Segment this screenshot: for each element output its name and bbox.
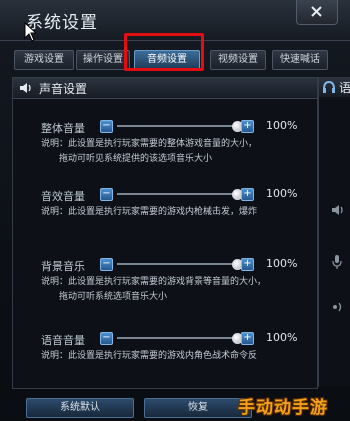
setting-row-master-volume: 整体音量 − + 100% 说明：此设置是执行玩家需要的整体游戏音量的大小， 拖… xyxy=(13,119,317,190)
setting-row-bgm-volume: 背景音乐 − + 100% 说明：此设置是执行玩家需要的游戏背景等音量的大小， … xyxy=(13,257,317,328)
increase-button[interactable]: + xyxy=(241,332,254,345)
sound-settings-panel: 声音设置 整体音量 − + 100% 说明：此设置是执行玩家需要的整体游戏音量的… xyxy=(12,77,318,389)
tab-highlight-box xyxy=(124,33,204,71)
volume-slider[interactable] xyxy=(117,121,243,132)
volume-value: 100% xyxy=(266,331,298,344)
setting-row-voice-volume: 语音音量 − + 100% 说明：此设置是执行玩家需要的游戏内角色战术命令反 xyxy=(13,331,317,402)
tab-video-settings[interactable]: 视频设置 xyxy=(210,50,266,70)
voice-settings-panel: 语 xyxy=(318,77,350,387)
headset-icon xyxy=(323,80,335,93)
speaker-icon xyxy=(332,205,343,215)
setting-description: 说明：此设置是执行玩家需要的整体游戏音量的大小， xyxy=(41,139,258,149)
setting-description: 说明：此设置是执行玩家需要的游戏背景等音量的大小， xyxy=(41,277,267,287)
tab-control-settings[interactable]: 操作设置 xyxy=(76,50,130,70)
restore-button[interactable]: 恢复 xyxy=(144,398,252,418)
setting-description-cont: 拖动可听系统选项音乐大小 xyxy=(59,292,168,302)
panel-header: 声音设置 xyxy=(13,78,317,99)
signal-icon xyxy=(333,302,342,312)
mouse-cursor-icon xyxy=(24,22,36,42)
panel-title: 声音设置 xyxy=(39,82,88,96)
right-panel-header: 语 xyxy=(319,77,350,97)
window-title: 系统设置 xyxy=(26,13,98,33)
close-icon xyxy=(311,6,322,17)
volume-slider[interactable] xyxy=(117,333,243,344)
decrease-button[interactable]: − xyxy=(100,332,113,345)
microphone-icon xyxy=(332,255,342,269)
increase-button[interactable]: + xyxy=(241,188,254,201)
setting-description-cont: 拖动可听见系统提供的该选项音乐大小 xyxy=(59,154,213,164)
right-panel-title: 语 xyxy=(339,81,350,95)
settings-window: 系统设置 游戏设置 操作设置 音频设置 视频设置 快速喊话 声音设置 整体音量 … xyxy=(0,0,350,421)
setting-label: 语音音量 xyxy=(41,334,85,347)
setting-label: 背景音乐 xyxy=(41,260,85,273)
tab-quick-chat[interactable]: 快速喊话 xyxy=(272,50,328,70)
system-default-button[interactable]: 系统默认 xyxy=(26,398,134,418)
setting-label: 整体音量 xyxy=(41,122,85,135)
volume-slider[interactable] xyxy=(117,259,243,270)
volume-value: 100% xyxy=(266,187,298,200)
decrease-button[interactable]: − xyxy=(100,258,113,271)
volume-value: 100% xyxy=(266,119,298,132)
close-button[interactable] xyxy=(296,0,338,25)
setting-label: 音效音量 xyxy=(41,190,85,203)
setting-row-sfx-volume: 音效音量 − + 100% 说明：此设置是执行玩家需要的游戏内枪械击发，爆炸 xyxy=(13,187,317,258)
volume-slider[interactable] xyxy=(117,189,243,200)
tab-game-settings[interactable]: 游戏设置 xyxy=(14,50,74,70)
speaker-icon xyxy=(20,83,31,93)
increase-button[interactable]: + xyxy=(241,258,254,271)
decrease-button[interactable]: − xyxy=(100,120,113,133)
volume-value: 100% xyxy=(266,257,298,270)
setting-description: 说明：此设置是执行玩家需要的游戏内枪械击发，爆炸 xyxy=(41,207,258,217)
watermark-text: 手动动手游 xyxy=(238,398,328,418)
decrease-button[interactable]: − xyxy=(100,188,113,201)
increase-button[interactable]: + xyxy=(241,120,254,133)
setting-description: 说明：此设置是执行玩家需要的游戏内角色战术命令反 xyxy=(41,351,258,361)
